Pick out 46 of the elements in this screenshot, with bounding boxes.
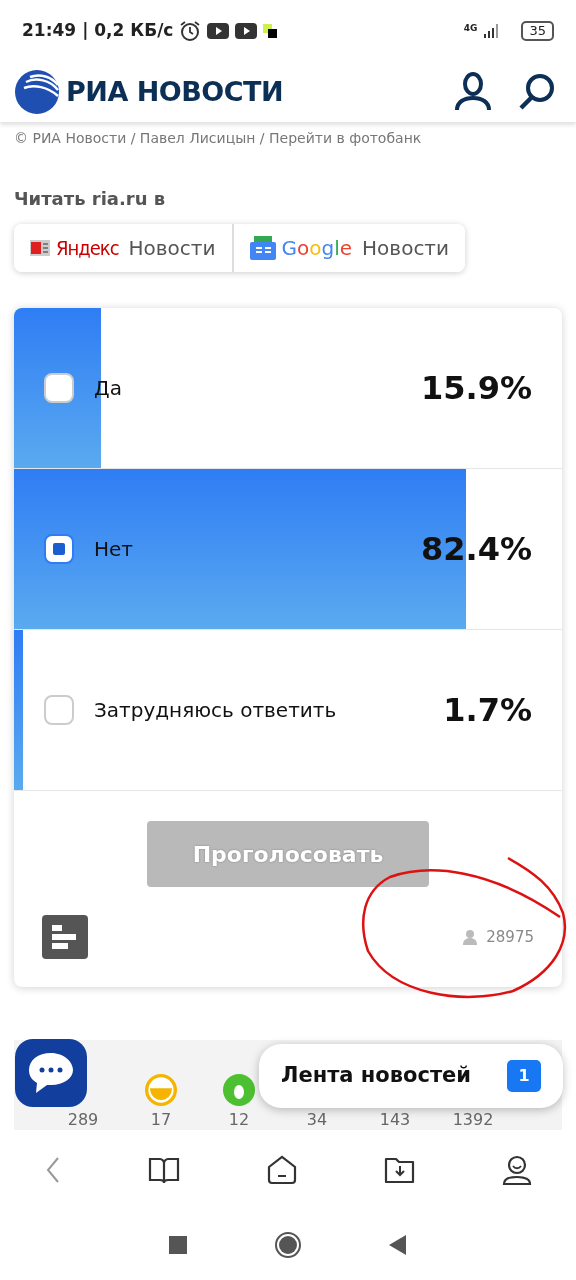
newspaper-icon bbox=[30, 240, 50, 256]
news-feed-button[interactable]: Лента новостей 1 bbox=[259, 1044, 563, 1108]
search-icon[interactable] bbox=[518, 73, 556, 111]
globe-logo-icon bbox=[14, 69, 60, 115]
reaction-count: 289 bbox=[67, 1112, 99, 1128]
google-news-button[interactable]: Google Новости bbox=[233, 224, 466, 272]
video-icon bbox=[207, 23, 230, 39]
speech-bubble-icon bbox=[26, 1051, 76, 1095]
option-label: Затрудняюсь ответить bbox=[94, 697, 337, 724]
news-icon bbox=[249, 236, 276, 260]
back-triangle-icon[interactable] bbox=[388, 1234, 408, 1256]
site-logo-text[interactable]: РИА НОВОСТИ bbox=[66, 71, 284, 113]
poll-option[interactable]: Затрудняюсь ответить 1.7% bbox=[14, 630, 562, 791]
photo-credit: © РИА Новости / Павел Лисицын / Перейти в фотобанк bbox=[13, 129, 423, 148]
radio-button[interactable] bbox=[44, 695, 74, 725]
user-icon[interactable] bbox=[454, 72, 492, 112]
voter-count: 28975 bbox=[486, 926, 534, 948]
profile-icon[interactable] bbox=[501, 1154, 534, 1186]
home-circle-icon[interactable] bbox=[274, 1231, 302, 1259]
chat-button[interactable] bbox=[15, 1039, 87, 1107]
radio-button[interactable] bbox=[44, 373, 74, 403]
reaction-count: 34 bbox=[306, 1112, 328, 1128]
battery-indicator: 35 bbox=[521, 21, 554, 41]
chart-toggle-icon[interactable] bbox=[42, 915, 88, 959]
option-label: Нет bbox=[94, 536, 133, 563]
folder-download-icon[interactable] bbox=[383, 1155, 416, 1185]
home-icon[interactable] bbox=[266, 1154, 298, 1186]
count-badge: 1 bbox=[507, 1060, 541, 1092]
reaction-count: 12 bbox=[228, 1112, 250, 1128]
recents-icon[interactable] bbox=[168, 1235, 188, 1255]
section-title: Читать ria.ru в bbox=[13, 187, 167, 211]
yandex-news-button[interactable]: Яндекс Новости bbox=[14, 224, 234, 272]
alarm-icon bbox=[179, 20, 202, 42]
reaction-count: 143 bbox=[379, 1112, 411, 1128]
video-icon bbox=[235, 23, 258, 39]
network-type-text: 4G bbox=[463, 22, 478, 35]
app-icon bbox=[263, 23, 280, 39]
person-icon bbox=[462, 929, 479, 945]
network-speed-text: | 0,2 КБ/с bbox=[82, 19, 174, 43]
radio-button[interactable] bbox=[44, 534, 74, 564]
clock-text: 21:49 bbox=[22, 19, 77, 43]
percent-text: 15.9% bbox=[421, 368, 532, 409]
book-icon[interactable] bbox=[148, 1155, 181, 1185]
reaction-count: 1392 bbox=[452, 1112, 494, 1128]
percent-text: 1.7% bbox=[443, 690, 532, 731]
reaction-count: 17 bbox=[150, 1112, 172, 1128]
